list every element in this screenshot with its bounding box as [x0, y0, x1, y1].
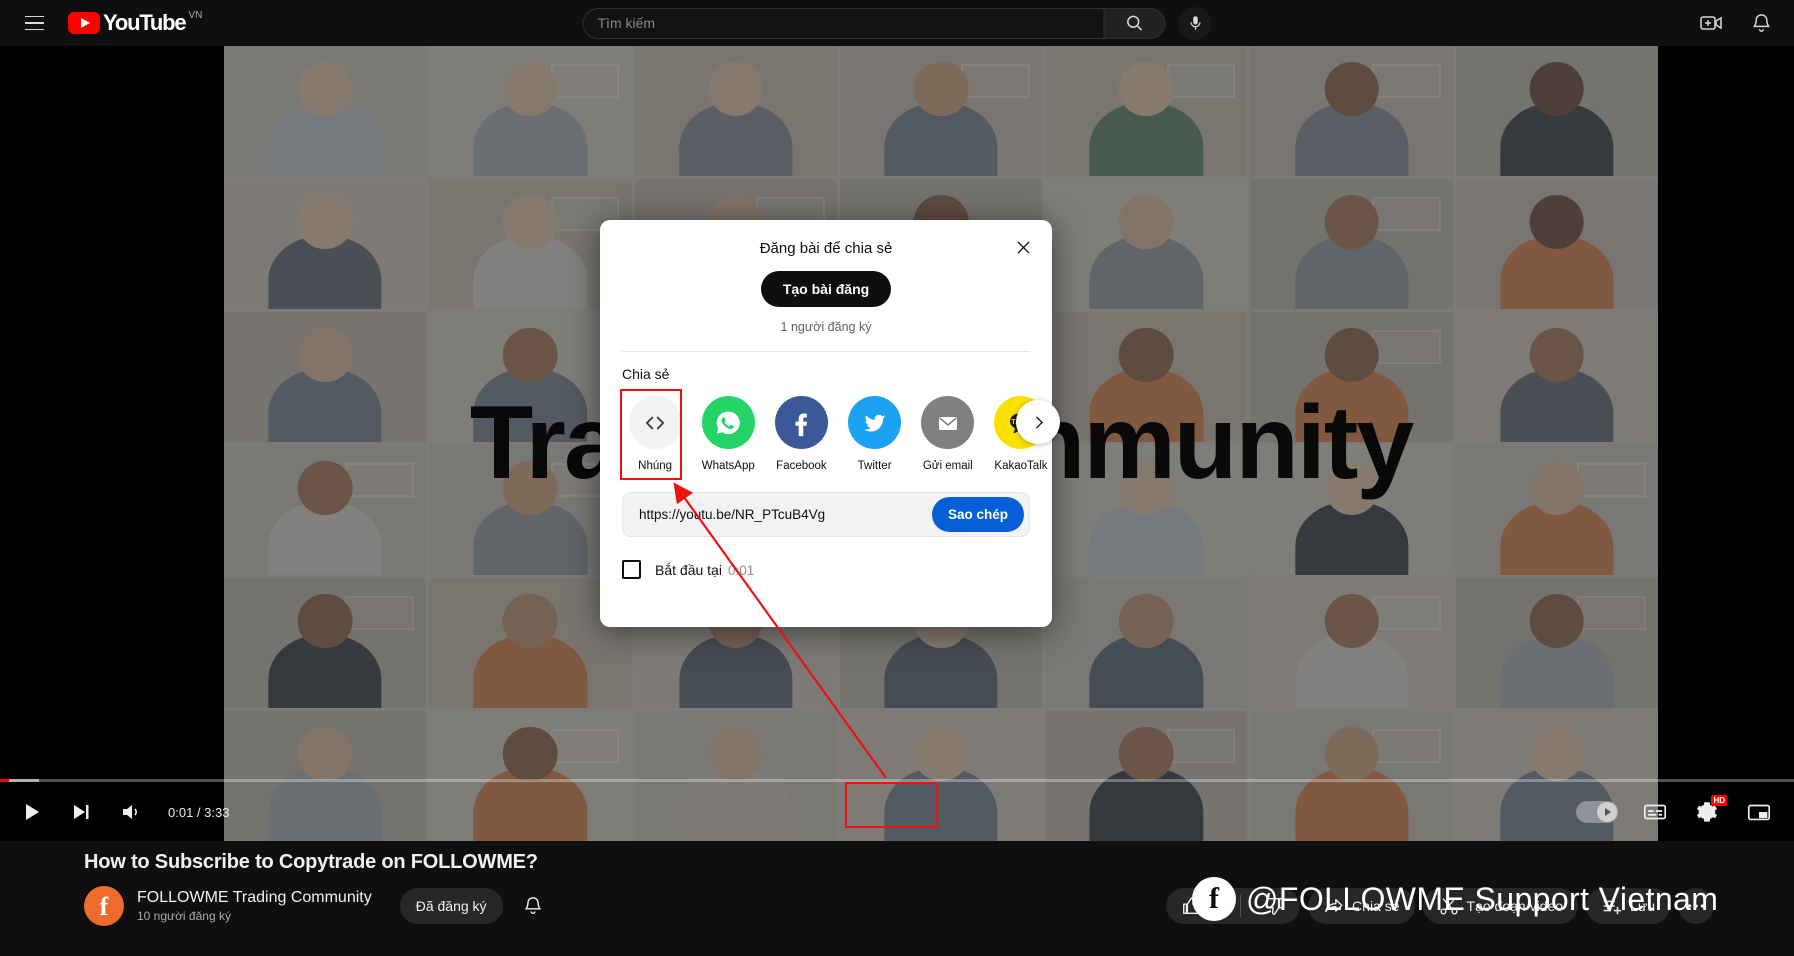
hamburger-menu-icon[interactable] — [14, 3, 54, 43]
thumbs-up-icon — [1183, 897, 1201, 915]
embed-code-icon — [628, 396, 682, 449]
copy-link-button[interactable]: Sao chép — [931, 497, 1024, 532]
clip-button-label: Tạo đoạn video — [1466, 898, 1564, 914]
controls-right: HD — [1576, 789, 1794, 835]
share-target-label: Twitter — [857, 460, 892, 472]
facebook-icon — [774, 396, 828, 449]
masthead-right — [1694, 6, 1778, 40]
save-button-label: Lưu — [1630, 898, 1655, 914]
quality-badge: HD — [1711, 795, 1727, 806]
settings-button[interactable]: HD — [1684, 789, 1730, 835]
scissors-icon — [1439, 898, 1458, 915]
twitter-icon — [848, 396, 902, 449]
share-target-facebook[interactable]: Facebook — [770, 396, 832, 472]
start-at-time: 0:01 — [727, 562, 755, 578]
channel-text: FOLLOWME Trading Community 10 người đăng… — [137, 889, 372, 923]
share-button-label: Chia sẻ — [1352, 898, 1400, 914]
autoplay-toggle[interactable] — [1576, 801, 1618, 823]
divider-top — [622, 351, 1030, 352]
share-dialog: Đăng bài để chia sẻ Tạo bài đăng 1 người… — [600, 220, 1060, 627]
masthead: YouTube VN — [0, 0, 1794, 46]
country-code-label: VN — [188, 10, 203, 21]
time-display: 0:01 / 3:33 — [168, 804, 230, 820]
chevron-right-icon[interactable] — [1016, 400, 1060, 444]
controls-left: 0:01 / 3:33 — [0, 789, 229, 835]
search-icon — [1127, 15, 1143, 31]
progress-bar[interactable] — [0, 779, 1794, 782]
subscribe-button[interactable]: Đã đăng ký — [399, 888, 503, 924]
notification-bell-icon[interactable] — [515, 888, 551, 924]
search-input[interactable] — [582, 7, 1104, 39]
share-target-embed-code[interactable]: Nhúng — [624, 396, 686, 472]
share-target-label: Gửi email — [922, 460, 973, 472]
youtube-play-icon — [68, 12, 100, 34]
youtube-logo-text: YouTube — [103, 10, 187, 35]
microphone-icon — [1189, 16, 1201, 30]
close-icon[interactable] — [1008, 232, 1038, 262]
whatsapp-icon — [701, 396, 755, 449]
play-icon[interactable] — [8, 789, 54, 835]
share-section-label: Chia sẻ — [622, 366, 670, 382]
start-at-row: Bắt đầu tại 0:01 — [622, 560, 1052, 579]
share-target-twitter[interactable]: Twitter — [844, 396, 906, 472]
dialog-subscriber-count: 1 người đăng ký — [780, 320, 872, 334]
share-dialog-header: Đăng bài để chia sẻ — [600, 220, 1052, 257]
start-at-text-group: Bắt đầu tại 0:01 — [655, 562, 754, 578]
avatar-letter: f — [99, 892, 109, 921]
share-dialog-title: Đăng bài để chia sẻ — [759, 240, 893, 257]
voice-search-button[interactable] — [1178, 6, 1212, 40]
create-video-icon[interactable] — [1694, 6, 1728, 40]
masthead-search-area — [582, 6, 1212, 40]
share-target-label: Facebook — [776, 460, 827, 472]
channel-and-actions-row: f FOLLOWME Trading Community 10 người đă… — [84, 886, 1724, 926]
page-title: How to Subscribe to Copytrade on FOLLOWM… — [84, 851, 538, 873]
share-target-label: WhatsApp — [701, 460, 755, 472]
video-meta-section: How to Subscribe to Copytrade on FOLLOWM… — [0, 841, 1794, 956]
start-at-label: Bắt đầu tại — [655, 561, 722, 578]
bell-icon[interactable] — [1744, 6, 1778, 40]
share-url-row: https://youtu.be/NR_PTcuB4Vg Sao chép — [622, 492, 1030, 537]
save-button[interactable]: Lưu — [1586, 888, 1670, 924]
share-target-whatsapp[interactable]: WhatsApp — [697, 396, 759, 472]
dislike-button[interactable] — [1248, 888, 1300, 924]
miniplayer-icon[interactable] — [1736, 789, 1782, 835]
channel-name: FOLLOWME Trading Community — [137, 889, 372, 906]
autoplay-knob — [1597, 802, 1617, 822]
youtube-logo[interactable]: YouTube VN — [68, 10, 203, 35]
share-button[interactable]: Chia sẻ — [1308, 888, 1415, 924]
action-divider — [1240, 895, 1242, 917]
thumbs-down-icon — [1265, 897, 1283, 915]
share-arrow-icon — [1325, 898, 1343, 913]
email-icon — [921, 396, 975, 449]
share-targets-row: NhúngWhatsAppFacebookTwitterGửi emailTAL… — [624, 396, 1060, 472]
progress-played — [0, 779, 9, 782]
share-target-email[interactable]: Gửi email — [917, 396, 979, 472]
more-horizontal-icon[interactable] — [1678, 888, 1714, 924]
player-controls: 0:01 / 3:33 HD — [0, 771, 1794, 841]
channel-block[interactable]: f FOLLOWME Trading Community 10 người đă… — [84, 886, 372, 926]
share-target-label: Nhúng — [638, 460, 673, 472]
masthead-left: YouTube VN — [0, 3, 202, 43]
create-post-button[interactable]: Tạo bài đăng — [760, 271, 892, 307]
save-to-playlist-icon — [1603, 900, 1622, 915]
share-target-label: KakaoTalk — [994, 460, 1048, 472]
search-box — [582, 7, 1166, 39]
like-dislike-group: 1 — [1166, 888, 1301, 924]
search-button[interactable] — [1103, 7, 1166, 39]
like-button[interactable]: 1 — [1166, 888, 1233, 924]
next-video-icon[interactable] — [58, 789, 104, 835]
clip-button[interactable]: Tạo đoạn video — [1422, 888, 1579, 924]
channel-subscriber-count: 10 người đăng ký — [137, 909, 231, 923]
like-count: 1 — [1210, 898, 1219, 914]
start-at-checkbox[interactable] — [622, 560, 641, 579]
share-url-text[interactable]: https://youtu.be/NR_PTcuB4Vg — [639, 507, 932, 522]
video-actions: 1 Chia sẻ Tạo đoạn video Lưu — [1166, 888, 1724, 924]
youtube-watch-page: YouTube VN Tìm kiếm Community 0:01 / 3:3… — [0, 0, 1794, 956]
avatar[interactable]: f — [84, 886, 124, 926]
volume-icon[interactable] — [108, 789, 154, 835]
subtitles-icon[interactable] — [1632, 789, 1678, 835]
controls-row: 0:01 / 3:33 HD — [0, 789, 1794, 835]
